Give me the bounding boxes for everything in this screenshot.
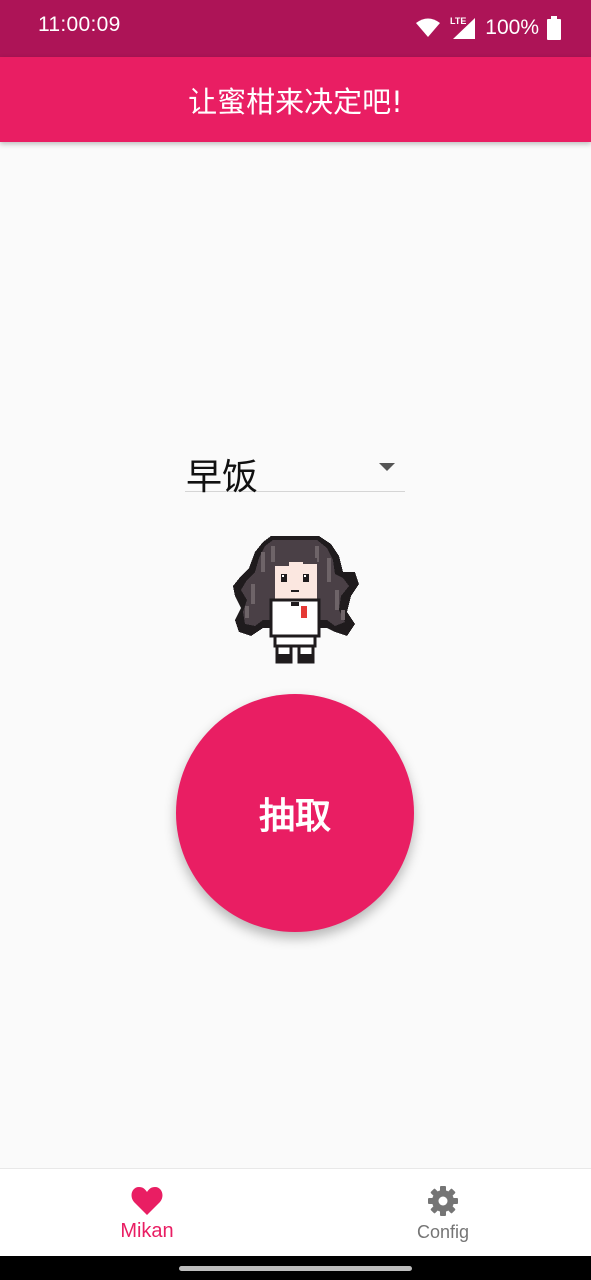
nav-label-mikan: Mikan: [120, 1220, 174, 1242]
draw-button[interactable]: 抽取: [176, 694, 414, 932]
wifi-icon: [416, 18, 441, 37]
dropdown-arrow-icon: [379, 463, 395, 471]
status-icons: LTE 100%: [415, 13, 561, 43]
app-bar: 让蜜柑来决定吧!: [0, 57, 591, 142]
meal-dropdown[interactable]: 早饭: [185, 444, 405, 498]
nav-label-config: Config: [416, 1222, 470, 1242]
system-gesture-bar: [0, 1256, 591, 1280]
pixel-character-image: [233, 536, 359, 664]
signal-icon: LTE: [450, 16, 476, 39]
nav-item-mikan[interactable]: Mikan: [47, 1169, 247, 1257]
draw-button-label: 抽取: [258, 796, 331, 837]
dropdown-selected-value: 早饭: [186, 457, 259, 498]
home-gesture-handle[interactable]: [179, 1266, 412, 1271]
battery-icon: [547, 16, 561, 40]
nav-item-config[interactable]: Config: [343, 1169, 543, 1257]
heart-icon: [131, 1185, 163, 1217]
app-title: 让蜜柑来决定吧!: [188, 84, 403, 119]
gear-icon: [427, 1185, 459, 1217]
bottom-navigation: Mikan Config: [0, 1168, 591, 1256]
battery-percent: 100%: [485, 16, 539, 39]
network-type: LTE: [450, 16, 466, 26]
status-bar: 11:00:09 LTE 100%: [0, 0, 591, 57]
status-time: 11:00:09: [38, 13, 121, 36]
